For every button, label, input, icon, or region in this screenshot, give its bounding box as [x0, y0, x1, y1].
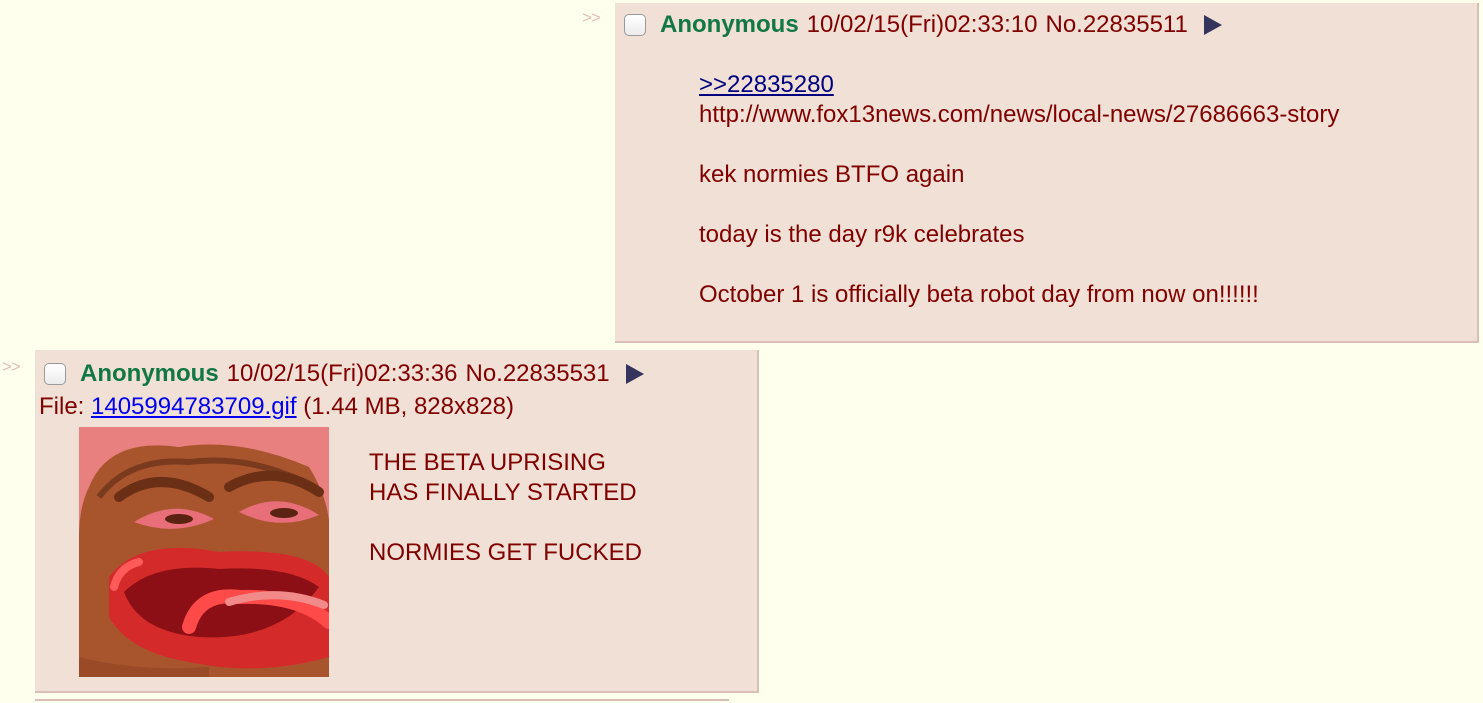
file-label: File:	[39, 393, 85, 420]
post-header: Anonymous 10/02/15(Fri)02:33:36 No.22835…	[44, 360, 644, 388]
quote-link[interactable]: >>22835280	[699, 71, 834, 98]
reply-post: Anonymous 10/02/15(Fri)02:33:10 No.22835…	[615, 3, 1479, 343]
post-message: >>22835280 http://www.fox13news.com/news…	[699, 70, 1339, 310]
post-select-checkbox[interactable]	[624, 14, 646, 36]
file-details: (1.44 MB, 828x828)	[303, 393, 515, 420]
post-arrows: >>	[582, 8, 601, 27]
message-line: NORMIES GET FUCKED	[369, 539, 642, 566]
post-select-checkbox[interactable]	[44, 363, 66, 385]
post-menu-arrow-icon[interactable]	[625, 364, 644, 384]
file-info: File: 1405994783709.gif (1.44 MB, 828x82…	[39, 393, 514, 421]
message-line: HAS FINALLY STARTED	[369, 479, 637, 506]
message-line: today is the day r9k celebrates	[699, 221, 1025, 248]
post-image-thumbnail[interactable]	[79, 427, 329, 677]
message-line: THE BETA UPRISING	[369, 449, 606, 476]
post-arrows: >>	[2, 357, 21, 376]
reply-post: Anonymous 10/02/15(Fri)02:33:36 No.22835…	[35, 350, 759, 693]
message-line: October 1 is officially beta robot day f…	[699, 281, 1259, 308]
next-post-border	[35, 699, 729, 701]
post-number[interactable]: No.22835511	[1045, 11, 1187, 39]
post-datetime: 10/02/15(Fri)02:33:36	[226, 360, 458, 387]
file-link[interactable]: 1405994783709.gif	[91, 393, 297, 420]
post-message: THE BETA UPRISING HAS FINALLY STARTED NO…	[369, 448, 642, 568]
post-number[interactable]: No.22835531	[465, 360, 609, 388]
post-header: Anonymous 10/02/15(Fri)02:33:10 No.22835…	[624, 11, 1222, 39]
post-menu-arrow-icon[interactable]	[1203, 15, 1222, 35]
poster-name: Anonymous	[80, 360, 219, 387]
message-line: http://www.fox13news.com/news/local-news…	[699, 101, 1340, 128]
angry-frog-image	[79, 427, 329, 677]
message-line: kek normies BTFO again	[699, 161, 965, 188]
post-datetime: 10/02/15(Fri)02:33:10	[806, 11, 1038, 38]
poster-name: Anonymous	[660, 11, 799, 38]
